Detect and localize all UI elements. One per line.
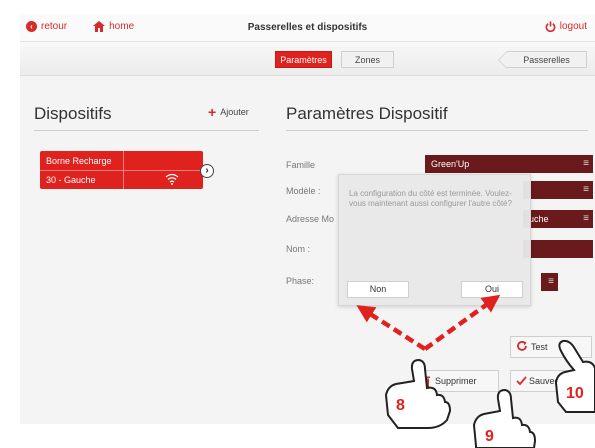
power-icon (545, 21, 556, 32)
adresse-value: uche (529, 214, 549, 224)
trash-icon (420, 375, 430, 387)
adresse-select[interactable]: uche ≡ (523, 210, 593, 228)
app-window: ‹ retour home Passerelles et dispositifs… (20, 14, 595, 424)
adresse-label: Adresse Mo (286, 214, 335, 224)
menu-icon: ≡ (583, 213, 589, 224)
device-zone: 30 - Gauche (46, 175, 96, 185)
logout-label: logout (559, 21, 587, 32)
divider (123, 151, 124, 189)
famille-value: Green'Up (431, 159, 470, 169)
tab-parametres[interactable]: Paramètres (275, 51, 332, 68)
yes-button[interactable]: Oui (461, 281, 523, 298)
test-button[interactable]: Test (510, 336, 592, 358)
menu-icon: ≡ (583, 184, 589, 195)
divider (34, 130, 259, 131)
dialog-message: La configuration du côté est terminée. V… (349, 189, 512, 208)
phase-select[interactable]: ≡ (541, 273, 558, 291)
devices-heading: Dispositifs (34, 104, 112, 123)
no-button[interactable]: Non (347, 281, 409, 298)
save-button[interactable]: Sauvega (510, 370, 595, 392)
tab-bar: Paramètres Zones Passerelles (20, 42, 595, 76)
famille-select[interactable]: Green'Up ≡ (425, 155, 593, 173)
logout-link[interactable]: logout (545, 21, 587, 32)
nom-label: Nom : (286, 244, 311, 254)
refresh-icon (517, 341, 527, 351)
test-label: Test (531, 342, 548, 352)
confirm-dialog: La configuration du côté est terminée. V… (338, 174, 531, 306)
top-bar: ‹ retour home Passerelles et dispositifs… (20, 14, 595, 42)
device-item-borne-recharge[interactable]: Borne Recharge 30 - Gauche (40, 151, 203, 189)
divider (40, 170, 203, 171)
tab-zones[interactable]: Zones (341, 51, 394, 68)
modele-select[interactable]: ≡ (523, 181, 593, 199)
device-name: Borne Recharge (46, 156, 112, 166)
add-device-button[interactable]: + Ajouter (208, 104, 249, 120)
page-title: Passerelles et dispositifs (247, 22, 368, 33)
modele-label: Modèle : (286, 186, 321, 196)
chevron-right-icon[interactable]: › (200, 164, 214, 178)
nom-field[interactable] (523, 240, 593, 258)
menu-icon: ≡ (548, 276, 554, 287)
menu-icon: ≡ (583, 158, 589, 169)
delete-label: Supprimer (435, 376, 477, 386)
passerelles-back-button[interactable]: Passerelles (498, 51, 587, 69)
delete-button[interactable]: Supprimer (413, 370, 499, 392)
famille-label: Famille (286, 160, 316, 170)
wifi-icon (165, 173, 179, 185)
add-label: Ajouter (220, 107, 249, 117)
device-params-heading: Paramètres Dispositif (286, 104, 448, 123)
save-label: Sauvega (529, 376, 565, 386)
step-9-label: 9 (485, 428, 494, 445)
phase-label: Phase: (286, 276, 315, 286)
plus-icon: + (208, 104, 217, 120)
check-icon (516, 376, 527, 386)
divider (286, 130, 588, 131)
